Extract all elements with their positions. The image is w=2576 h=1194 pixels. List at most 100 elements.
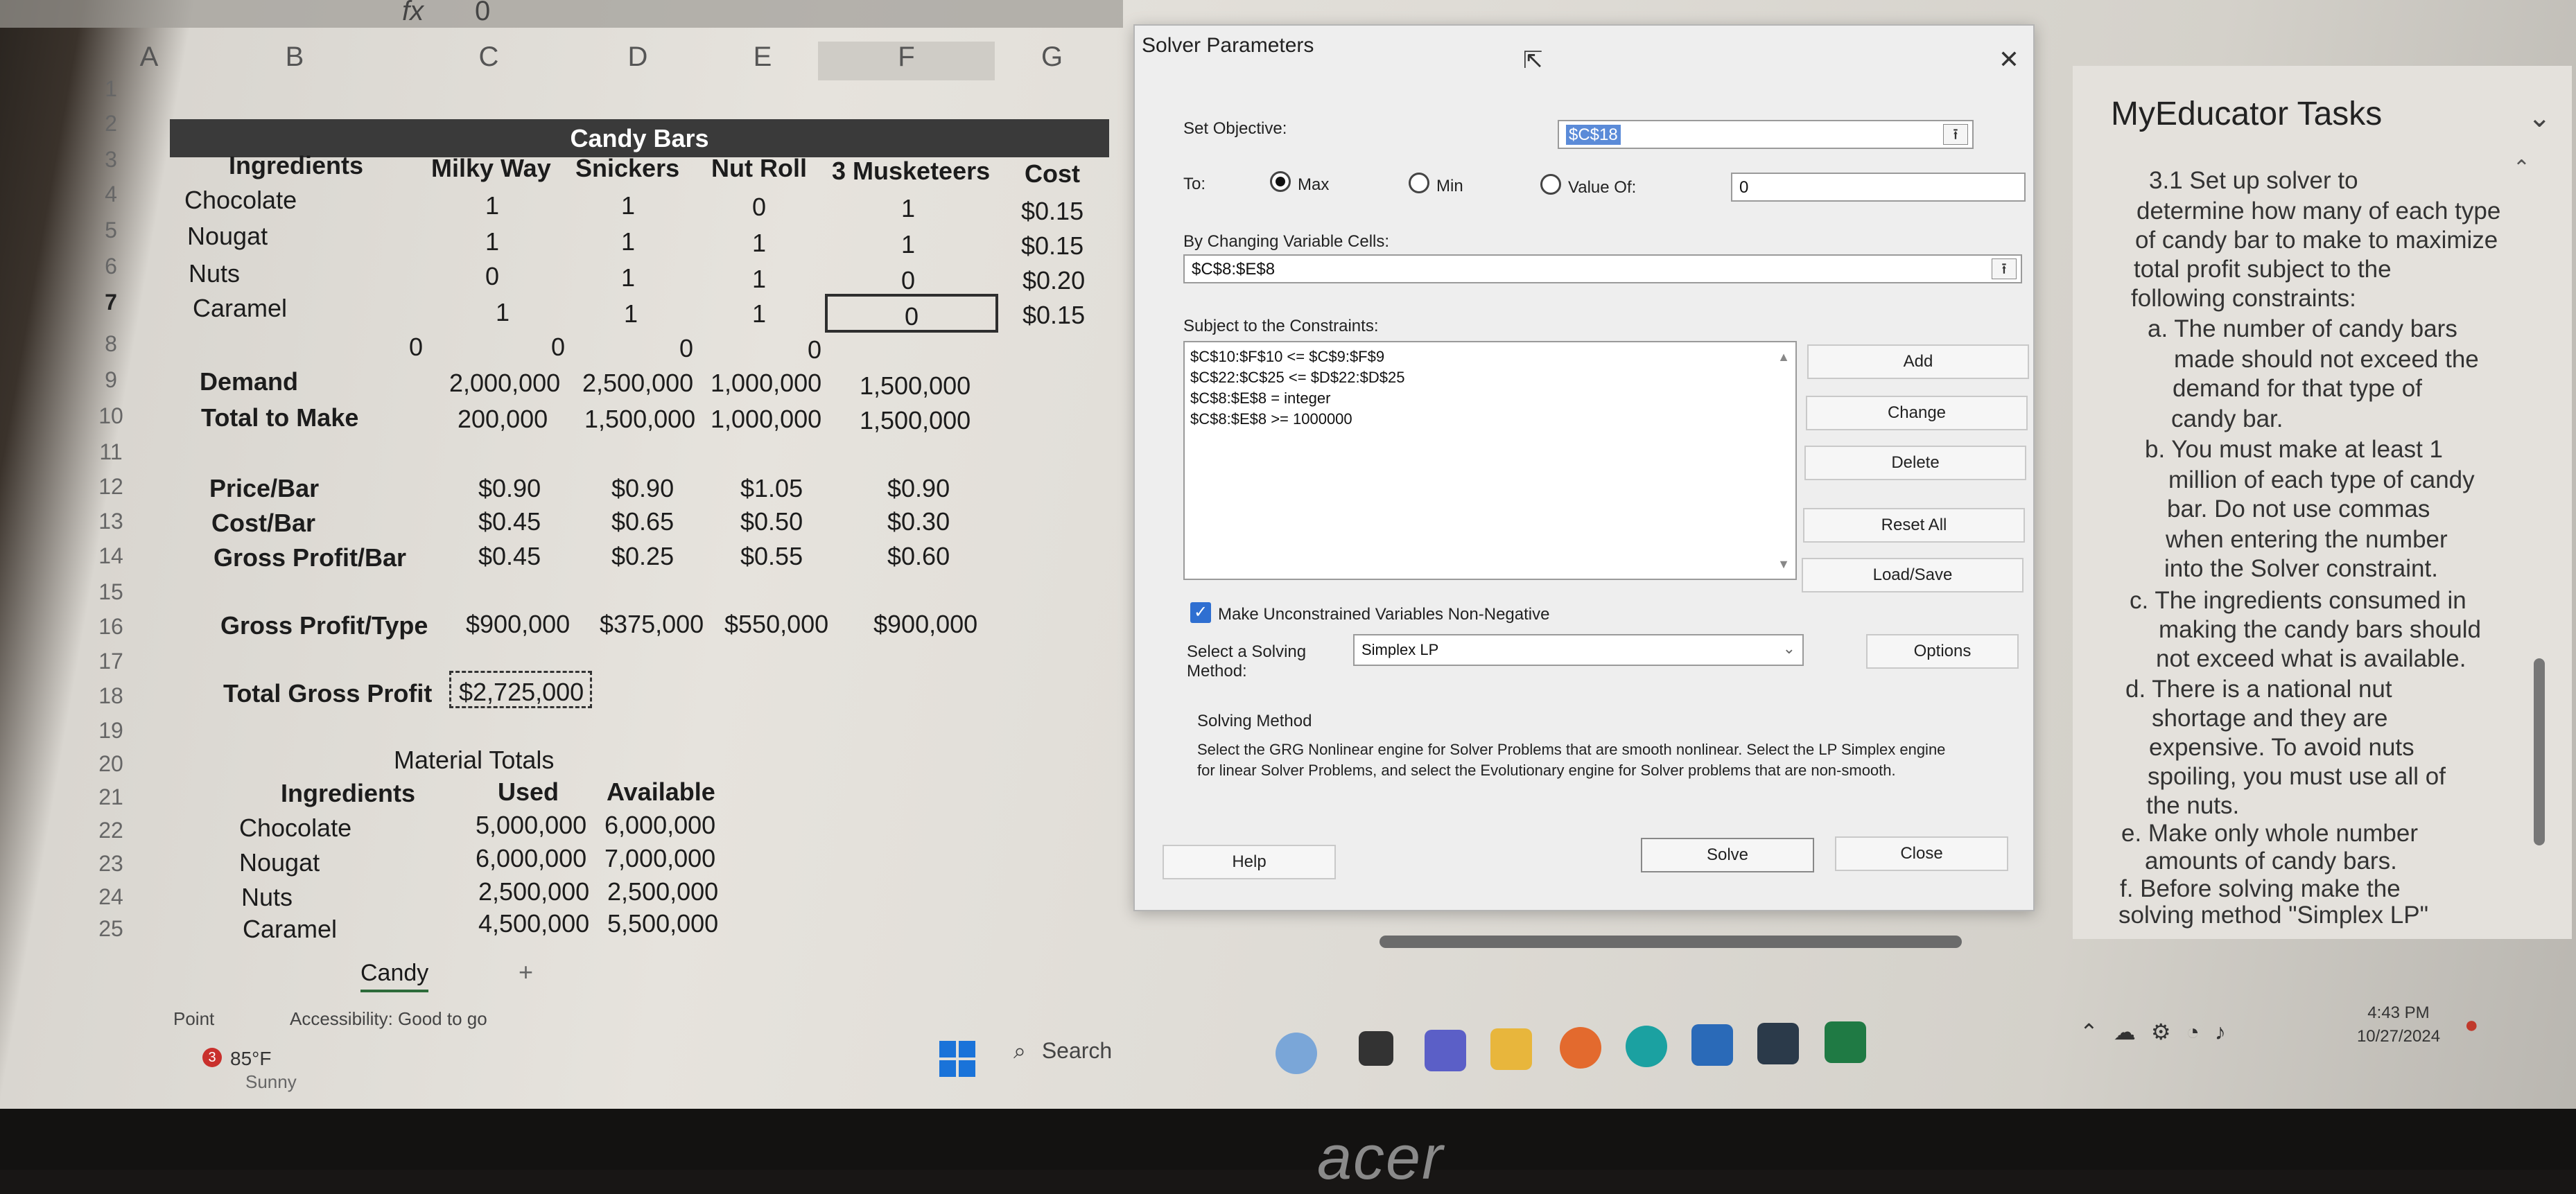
material-available[interactable]: 5,500,000 (607, 909, 718, 938)
material-available[interactable]: 7,000,000 (604, 844, 715, 873)
gross-profit-bar-value[interactable]: $0.60 (887, 542, 950, 571)
total-to-make-label[interactable]: Total to Make (201, 403, 358, 432)
formula-bar[interactable]: fx 0 (236, 0, 490, 26)
constraints-list[interactable]: $C$10:$F$10 <= $C$9:$F$9 $C$22:$C$25 <= … (1183, 341, 1797, 580)
sheet-tab-candy[interactable]: Candy (360, 960, 429, 992)
delete-button[interactable]: Delete (1804, 446, 2026, 480)
row-header[interactable]: 25 (69, 916, 153, 942)
clock[interactable]: 4:43 PM 10/27/2024 (2343, 1003, 2454, 1066)
ingredient-cost[interactable]: $0.20 (1022, 266, 1085, 295)
row-header[interactable]: 5 (69, 218, 153, 243)
min-label[interactable]: Min (1436, 177, 1463, 196)
help-button[interactable]: Help (1163, 845, 1336, 879)
gross-profit-type-value[interactable]: $550,000 (724, 610, 828, 639)
solving-method-select[interactable]: Simplex LP ⌄ (1353, 634, 1804, 666)
close-button[interactable]: Close (1835, 836, 2008, 871)
price-value[interactable]: $0.90 (887, 474, 950, 503)
col-header-d[interactable]: D (568, 42, 707, 80)
cost-value[interactable]: $0.65 (611, 507, 674, 536)
chevron-up-icon[interactable]: ⌃ (2513, 156, 2530, 180)
total-to-make-value[interactable]: 200,000 (458, 405, 548, 434)
edge-icon[interactable] (1626, 1026, 1667, 1067)
ingredient-value[interactable]: 1 (738, 229, 780, 258)
row-header[interactable]: 2 (69, 111, 153, 137)
ingredient-value[interactable]: 1 (471, 191, 513, 220)
add-button[interactable]: Add (1807, 344, 2029, 379)
value-of-radio[interactable] (1540, 174, 1561, 195)
tasks-scrollbar[interactable] (2534, 658, 2545, 845)
row-header[interactable]: 17 (69, 649, 153, 674)
gross-profit-bar-label[interactable]: Gross Profit/Bar (214, 543, 406, 572)
amazon-icon[interactable] (1757, 1023, 1799, 1064)
close-icon[interactable]: ✕ (1999, 45, 2019, 74)
value-of-input[interactable]: 0 (1731, 173, 2026, 202)
row-header[interactable]: 21 (69, 784, 153, 810)
material-used[interactable]: 4,500,000 (478, 909, 589, 938)
ingredient-cost[interactable]: $0.15 (1021, 231, 1084, 261)
objective-input[interactable]: $C$18 ⭱ (1558, 120, 1974, 149)
header-ingredients[interactable]: Ingredients (229, 151, 363, 180)
change-button[interactable]: Change (1806, 396, 2028, 430)
demand-label[interactable]: Demand (200, 367, 298, 396)
nonnegative-label[interactable]: Make Unconstrained Variables Non-Negativ… (1218, 605, 1549, 624)
col-header-c[interactable]: C (409, 42, 568, 80)
ingredient-value[interactable]: 1 (887, 230, 929, 259)
material-used[interactable]: 6,000,000 (476, 844, 586, 873)
browser-icon[interactable] (1560, 1027, 1601, 1069)
ingredient-value[interactable]: 1 (471, 227, 513, 256)
nonnegative-checkbox[interactable]: ✓ (1190, 602, 1211, 623)
material-name[interactable]: Chocolate (239, 814, 351, 843)
min-radio[interactable] (1409, 173, 1429, 193)
header-3-musketeers[interactable]: 3 Musketeers (832, 157, 990, 186)
change-cell[interactable]: 0 (808, 335, 821, 365)
cost-value[interactable]: $0.30 (887, 507, 950, 536)
reset-all-button[interactable]: Reset All (1803, 508, 2025, 543)
col-header-e[interactable]: E (707, 42, 818, 80)
constraint-item[interactable]: $C$8:$E$8 >= 1000000 (1190, 409, 1790, 430)
ingredient-value[interactable]: 1 (482, 298, 523, 327)
scroll-up-icon[interactable]: ▲ (1777, 346, 1790, 367)
ingredient-name[interactable]: Caramel (193, 294, 287, 323)
row-header[interactable]: 22 (69, 818, 153, 843)
change-cell[interactable]: 0 (409, 333, 423, 362)
header-snickers[interactable]: Snickers (575, 154, 679, 183)
ingredient-value[interactable]: 1 (607, 191, 649, 220)
formula-value[interactable]: 0 (475, 0, 490, 27)
ingredient-name[interactable]: Nougat (187, 222, 268, 251)
total-to-make-value[interactable]: 1,000,000 (711, 405, 821, 434)
header-milky-way[interactable]: Milky Way (431, 154, 551, 183)
material-header[interactable]: Used (498, 778, 559, 807)
weather-widget[interactable]: 3 85°F Sunny (202, 1048, 355, 1096)
ingredient-value[interactable]: 0 (471, 262, 513, 291)
material-name[interactable]: Caramel (243, 915, 337, 944)
widgets-icon[interactable] (1276, 1033, 1317, 1074)
cost-value[interactable]: $0.45 (478, 507, 541, 536)
max-radio[interactable] (1270, 171, 1291, 192)
constraint-item[interactable]: $C$22:$C$25 <= $D$22:$D$25 (1190, 367, 1790, 388)
windows-start-icon[interactable] (939, 1041, 975, 1077)
solve-button[interactable]: Solve (1641, 838, 1814, 872)
material-header[interactable]: Ingredients (281, 779, 415, 808)
material-name[interactable]: Nuts (241, 883, 293, 912)
ingredient-value[interactable]: 0 (887, 266, 929, 295)
row-header[interactable]: 4 (69, 182, 153, 207)
total-gross-profit-label[interactable]: Total Gross Profit (223, 679, 432, 708)
ingredient-value[interactable]: 0 (738, 193, 780, 222)
cost-per-bar-label[interactable]: Cost/Bar (211, 509, 315, 538)
gross-profit-type-label[interactable]: Gross Profit/Type (220, 611, 428, 640)
ingredient-cost[interactable]: $0.15 (1022, 301, 1085, 330)
gross-profit-type-value[interactable]: $375,000 (600, 610, 704, 639)
value-of-label[interactable]: Value Of: (1568, 178, 1636, 197)
row-header[interactable]: 15 (69, 579, 153, 605)
row-header[interactable]: 6 (69, 254, 153, 279)
notification-bell-icon[interactable]: ● (2464, 1012, 2479, 1039)
ingredient-value[interactable]: 1 (607, 263, 649, 292)
row-header[interactable]: 11 (69, 439, 153, 465)
file-explorer-icon[interactable] (1490, 1028, 1532, 1070)
total-gross-profit-value[interactable]: $2,725,000 (459, 678, 584, 707)
load-save-button[interactable]: Load/Save (1802, 558, 2024, 592)
header-nut-roll[interactable]: Nut Roll (711, 154, 807, 183)
row-header[interactable]: 19 (69, 718, 153, 744)
material-totals-title[interactable]: Material Totals (394, 746, 554, 775)
constraint-item[interactable]: $C$10:$F$10 <= $C$9:$F$9 (1190, 346, 1790, 367)
